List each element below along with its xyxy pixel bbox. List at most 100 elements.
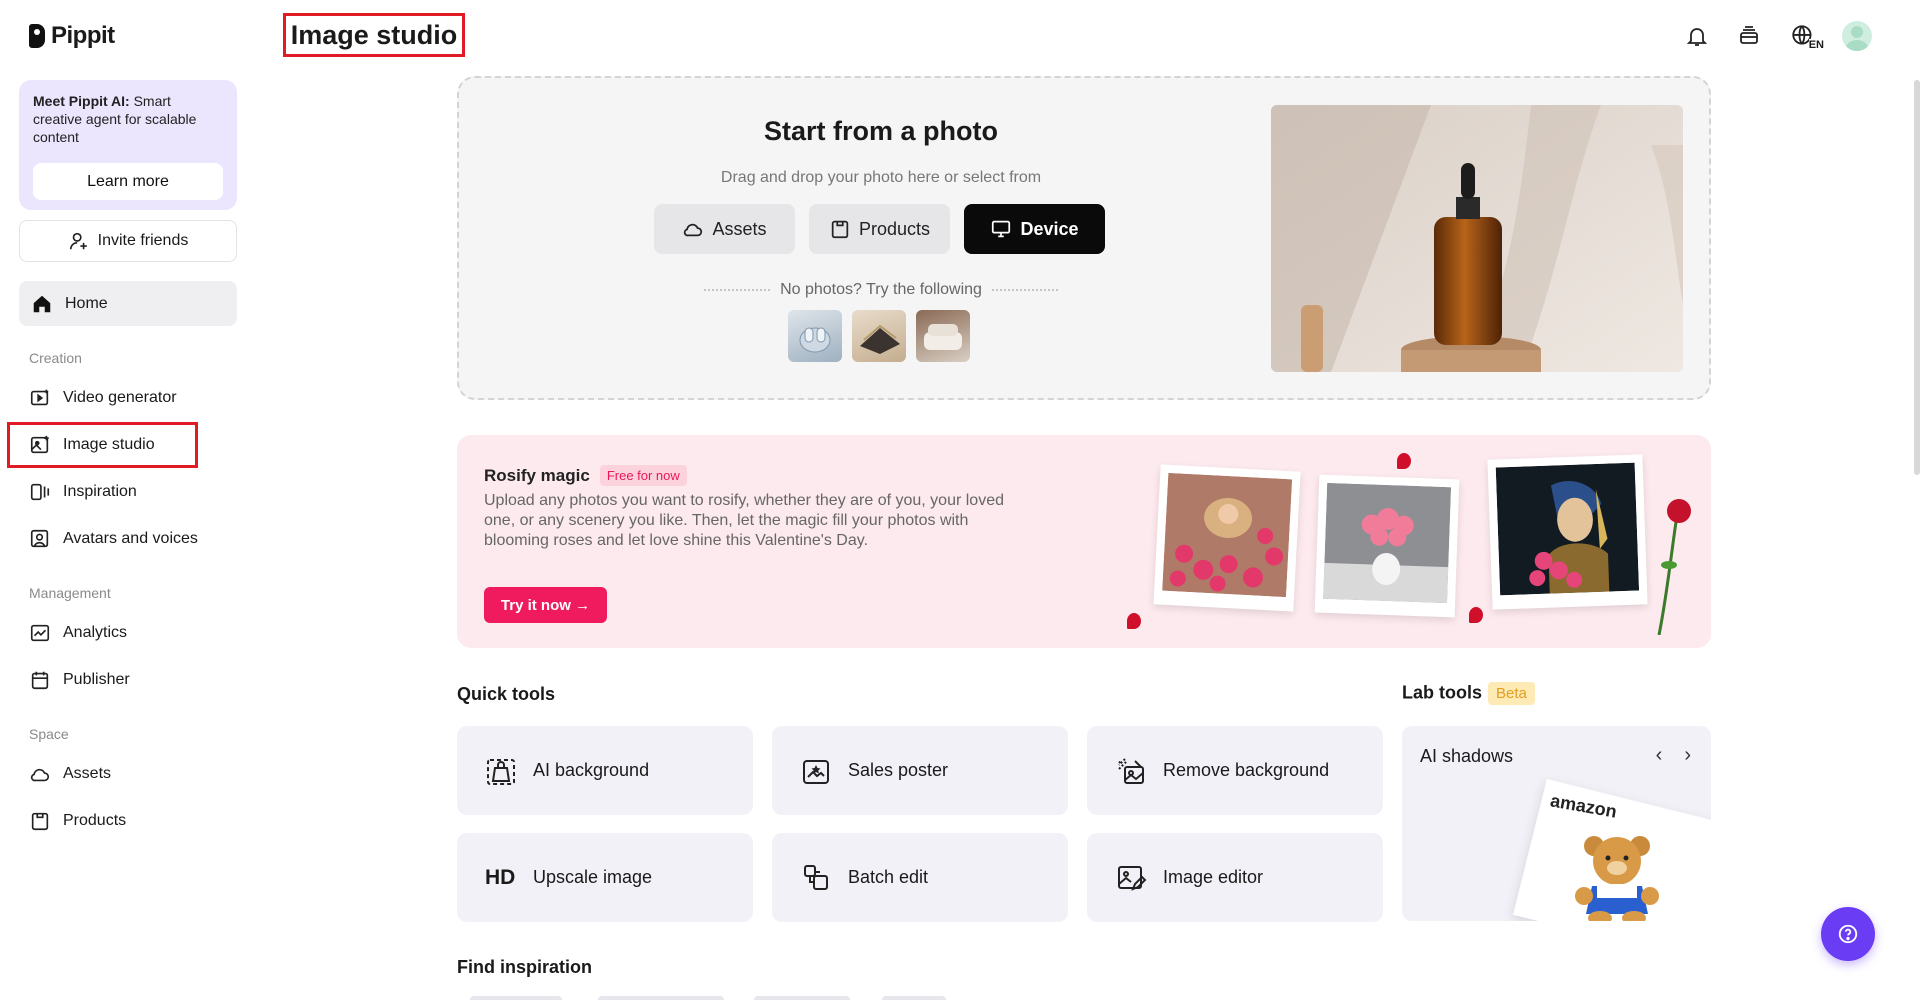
upload-dropzone[interactable]: Start from a photo Drag and drop your ph… bbox=[457, 76, 1711, 400]
chevron-left-icon[interactable]: ‹ bbox=[1656, 744, 1663, 767]
tool-label: Upscale image bbox=[533, 867, 653, 887]
beta-badge: Beta bbox=[1488, 682, 1535, 705]
find-inspiration-heading: Find inspiration bbox=[457, 957, 592, 977]
sample-photo-compact[interactable] bbox=[852, 310, 906, 362]
sidebar-item-label: Analytics bbox=[63, 624, 128, 641]
language-icon[interactable]: EN bbox=[1786, 21, 1824, 51]
upload-title: Start from a photo bbox=[764, 116, 998, 146]
promo-card: Meet Pippit AI: Smart creative agent for… bbox=[19, 80, 237, 210]
sidebar-item-label: Inspiration bbox=[63, 483, 137, 500]
sample-photo-sofa[interactable] bbox=[916, 310, 970, 362]
lab-card-title: AI shadows bbox=[1420, 746, 1514, 766]
sidebar-item-label: Avatars and voices bbox=[63, 530, 198, 547]
tool-upscale-image[interactable]: HD Upscale image bbox=[457, 833, 753, 922]
question-icon bbox=[1837, 923, 1859, 945]
product-box-icon bbox=[29, 810, 51, 832]
tool-ai-background[interactable]: AI background bbox=[457, 726, 753, 815]
section-label-space: Space bbox=[29, 726, 69, 742]
invite-friends-button[interactable]: Invite friends bbox=[19, 220, 237, 262]
sales-poster-icon bbox=[800, 755, 832, 787]
sidebar-item-label: Assets bbox=[63, 765, 112, 782]
sidebar-item-label: Home bbox=[65, 294, 108, 312]
sidebar-item-products[interactable]: Products bbox=[29, 809, 126, 833]
lab-card-ai-shadows[interactable]: AI shadows ‹ › amazon bbox=[1402, 726, 1711, 921]
layers-icon[interactable] bbox=[1734, 21, 1764, 51]
tool-sales-poster[interactable]: Sales poster bbox=[772, 726, 1068, 815]
hd-icon: HD bbox=[485, 865, 516, 889]
pippit-logo[interactable]: Pippit bbox=[29, 22, 115, 50]
hero-product-image bbox=[1271, 105, 1683, 372]
try-samples-divider: No photos? Try the following bbox=[704, 281, 1059, 299]
assets-source-button[interactable]: Assets bbox=[654, 204, 795, 254]
section-label-management: Management bbox=[29, 585, 111, 601]
batch-edit-icon bbox=[800, 862, 832, 894]
sidebar-item-inspiration[interactable]: Inspiration bbox=[29, 480, 137, 504]
rosify-photo-vase bbox=[1314, 474, 1460, 618]
image-editor-icon bbox=[1115, 862, 1147, 894]
lab-tools-title: Lab tools bbox=[1402, 682, 1482, 703]
rose-petal bbox=[1397, 453, 1411, 469]
rosify-photo-woman bbox=[1153, 464, 1301, 612]
tool-image-editor[interactable]: Image editor bbox=[1087, 833, 1383, 922]
inspiration-tab[interactable] bbox=[882, 996, 946, 1000]
sidebar-item-label: Products bbox=[63, 812, 127, 829]
sidebar-item-label: Video generator bbox=[63, 389, 177, 406]
add-user-icon bbox=[68, 230, 90, 252]
free-badge: Free for now bbox=[599, 465, 687, 486]
tool-remove-background[interactable]: Remove background bbox=[1087, 726, 1383, 815]
pippit-logo-icon bbox=[29, 24, 45, 48]
sidebar-item-assets[interactable]: Assets bbox=[29, 762, 111, 786]
sidebar-item-label: Publisher bbox=[63, 671, 130, 688]
tool-label: Image editor bbox=[1163, 867, 1264, 887]
rosify-description: Upload any photos you want to rosify, wh… bbox=[484, 492, 1004, 549]
device-source-button[interactable]: Device bbox=[964, 204, 1105, 254]
sidebar-item-analytics[interactable]: Analytics bbox=[29, 621, 127, 645]
product-box-icon bbox=[829, 218, 851, 240]
invite-friends-label: Invite friends bbox=[97, 232, 189, 249]
section-label-creation: Creation bbox=[29, 350, 82, 366]
source-buttons: Assets Products Device bbox=[654, 204, 1105, 254]
upload-subtitle: Drag and drop your photo here or select … bbox=[720, 169, 1042, 186]
rose-petal bbox=[1127, 613, 1141, 629]
tool-label: AI background bbox=[533, 760, 650, 780]
sample-photos bbox=[788, 310, 970, 362]
calendar-icon bbox=[29, 669, 51, 691]
tool-batch-edit[interactable]: Batch edit bbox=[772, 833, 1068, 922]
try-it-now-button[interactable]: Try it now → bbox=[484, 587, 607, 623]
video-generator-icon bbox=[29, 387, 51, 409]
products-source-button[interactable]: Products bbox=[809, 204, 950, 254]
device-source-label: Device bbox=[1020, 218, 1079, 239]
inspiration-tab[interactable] bbox=[598, 996, 724, 1000]
assets-source-label: Assets bbox=[712, 218, 767, 239]
help-button[interactable] bbox=[1821, 907, 1875, 961]
rosify-banner: Rosify magic Free for now Upload any pho… bbox=[457, 435, 1711, 648]
lab-tools-heading: Lab tools Beta bbox=[1402, 682, 1535, 705]
sidebar-item-publisher[interactable]: Publisher bbox=[29, 668, 130, 692]
promo-text: Meet Pippit AI: Smart creative agent for… bbox=[33, 92, 223, 146]
promo-title: Meet Pippit AI: bbox=[33, 93, 130, 109]
avatar[interactable] bbox=[1842, 21, 1872, 51]
home-icon bbox=[31, 293, 53, 315]
highlight-box-sidebar bbox=[7, 422, 198, 468]
page-scrollbar[interactable] bbox=[1914, 80, 1920, 475]
sidebar-item-home[interactable]: Home bbox=[19, 281, 237, 326]
inspiration-tab[interactable] bbox=[754, 996, 850, 1000]
rose-decoration bbox=[1657, 499, 1691, 635]
remove-background-icon bbox=[1115, 755, 1147, 787]
sample-photo-earbuds[interactable] bbox=[788, 310, 842, 362]
chevron-right-icon[interactable]: › bbox=[1684, 744, 1691, 767]
sidebar-item-video-generator[interactable]: Video generator bbox=[29, 386, 177, 410]
tool-label: Remove background bbox=[1163, 760, 1330, 780]
cloud-icon bbox=[682, 218, 704, 240]
avatar-voice-icon bbox=[29, 528, 51, 550]
learn-more-button[interactable]: Learn more bbox=[33, 163, 223, 200]
rosify-title-row: Rosify magic Free for now bbox=[484, 465, 687, 486]
teddy-bear-image bbox=[1575, 836, 1659, 921]
top-toolbar: EN bbox=[1682, 21, 1872, 51]
sidebar-item-avatars-voices[interactable]: Avatars and voices bbox=[29, 527, 198, 551]
rosify-title: Rosify magic bbox=[484, 465, 590, 485]
inspiration-tab[interactable] bbox=[470, 996, 562, 1000]
rosify-photo-painting bbox=[1487, 454, 1648, 610]
bell-icon[interactable] bbox=[1682, 21, 1712, 51]
sidebar: Pippit Meet Pippit AI: Smart creative ag… bbox=[0, 0, 250, 1000]
